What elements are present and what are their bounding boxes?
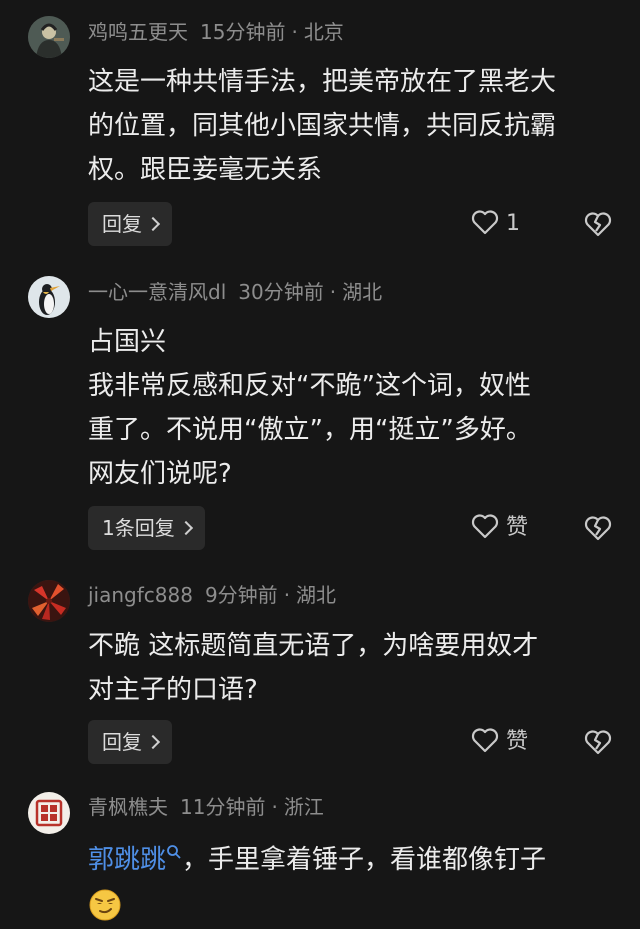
comment-text: 不跪 这标题简直无语了，为啥要用奴才 对主子的口语? xyxy=(88,624,620,712)
like-count: 赞 xyxy=(506,729,529,754)
reply-button[interactable]: 回复 xyxy=(88,720,172,764)
heart-icon xyxy=(471,514,499,539)
view-replies-button[interactable]: 1条回复 xyxy=(88,506,205,550)
comment-item: 青枫樵夫 11分钟前 · 浙江 郭跳跳 ，手里拿着锤子，看谁都像钉子 xyxy=(0,780,640,929)
like-button[interactable]: 赞 xyxy=(470,506,528,550)
comment-location: 湖北 xyxy=(342,280,383,304)
avatar[interactable] xyxy=(28,792,70,834)
username[interactable]: jiangfc888 xyxy=(88,583,193,607)
comment-meta: 鸡鸣五更天 15分钟前 · 北京 xyxy=(88,17,344,47)
reply-button-label: 回复 xyxy=(102,212,142,236)
smirk-face-emoji-icon xyxy=(89,889,121,920)
comment-text-line: 郭跳跳 ，手里拿着锤子，看谁都像钉子 xyxy=(88,838,620,882)
comment-meta: jiangfc888 9分钟前 · 湖北 xyxy=(88,580,336,610)
comment-location: 湖北 xyxy=(296,583,337,607)
heart-icon xyxy=(471,210,499,235)
comment-item: 一心一意清风dl 30分钟前 · 湖北 占国兴 我非常反感和反对“不跪”这个词，奴性 … xyxy=(0,262,640,570)
username[interactable]: 青枫樵夫 xyxy=(88,795,168,819)
comment-text: 这是一种共情手法，把美帝放在了黑老大 的位置，同其他小国家共情，共同反抗霸 权。… xyxy=(88,60,620,192)
comment-text-line: 权。跟臣妾毫无关系 xyxy=(88,155,323,185)
comment-text-line: 我非常反感和反对“不跪”这个词，奴性 xyxy=(88,371,531,401)
comment-text-after-mention: ，手里拿着锤子，看谁都像钉子 xyxy=(182,845,547,875)
comment-item: jiangfc888 9分钟前 · 湖北 不跪 这标题简直无语了，为啥要用奴才 对主子… xyxy=(0,570,640,780)
broken-heart-icon xyxy=(584,516,612,541)
avatar-image-icon xyxy=(28,792,70,834)
separator-dot: · xyxy=(329,280,337,304)
comment-time: 15分钟前 xyxy=(200,20,286,44)
reply-button-label: 1条回复 xyxy=(102,516,175,540)
comment-text-line: 这是一种共情手法，把美帝放在了黑老大 xyxy=(88,67,557,97)
comment-text: 占国兴 我非常反感和反对“不跪”这个词，奴性 重了。不说用“傲立”，用“挺立”多… xyxy=(88,320,620,496)
comment-list: 鸡鸣五更天 15分钟前 · 北京 这是一种共情手法，把美帝放在了黑老大 的位置，同其他… xyxy=(0,0,640,929)
username[interactable]: 一心一意清风dl xyxy=(88,280,226,304)
heart-icon xyxy=(471,728,499,753)
comment-item: 鸡鸣五更天 15分钟前 · 北京 这是一种共情手法，把美帝放在了黑老大 的位置，同其他… xyxy=(0,0,640,262)
comment-meta: 一心一意清风dl 30分钟前 · 湖北 xyxy=(88,277,382,307)
avatar-image-icon xyxy=(28,16,70,58)
avatar-image-icon xyxy=(28,276,70,318)
chevron-right-icon xyxy=(145,734,161,750)
chevron-right-icon xyxy=(178,520,193,536)
separator-dot: · xyxy=(291,20,298,44)
comment-location: 浙江 xyxy=(283,795,324,819)
avatar[interactable] xyxy=(28,276,70,318)
reply-button-label: 回复 xyxy=(102,730,142,754)
username[interactable]: 鸡鸣五更天 xyxy=(88,20,188,44)
avatar[interactable] xyxy=(28,580,70,622)
like-count: 1 xyxy=(506,211,520,236)
chevron-right-icon xyxy=(145,216,161,232)
search-icon xyxy=(167,845,181,859)
avatar[interactable] xyxy=(28,16,70,58)
broken-heart-icon xyxy=(584,212,612,237)
broken-heart-icon xyxy=(584,730,612,755)
comment-text-line: 对主子的口语? xyxy=(88,675,258,705)
comment-text-line: 占国兴 xyxy=(88,327,167,357)
comment-text-line xyxy=(88,882,620,926)
dislike-button[interactable] xyxy=(583,720,613,764)
like-button[interactable]: 1 xyxy=(470,202,520,246)
reply-button[interactable]: 回复 xyxy=(88,202,172,246)
user-mention[interactable]: 郭跳跳 xyxy=(88,845,182,875)
comment-text: 郭跳跳 ，手里拿着锤子，看谁都像钉子 xyxy=(88,838,620,926)
like-count: 赞 xyxy=(506,515,529,540)
separator-dot: · xyxy=(271,795,278,819)
avatar-image-icon xyxy=(28,580,70,622)
comment-meta: 青枫樵夫 11分钟前 · 浙江 xyxy=(88,792,324,822)
mention-name: 郭跳跳 xyxy=(88,845,167,875)
comment-text-line: 的位置，同其他小国家共情，共同反抗霸 xyxy=(88,111,557,141)
comment-time: 11分钟前 xyxy=(180,795,266,819)
separator-dot: · xyxy=(283,583,291,607)
like-button[interactable]: 赞 xyxy=(470,720,528,764)
dislike-button[interactable] xyxy=(583,202,613,246)
comment-text-line: 网友们说呢? xyxy=(88,459,232,489)
comment-text-line: 不跪 这标题简直无语了，为啥要用奴才 xyxy=(88,631,539,661)
comment-text-line: 重了。不说用“傲立”，用“挺立”多好。 xyxy=(88,415,532,445)
comment-time: 9分钟前 xyxy=(204,583,278,607)
dislike-button[interactable] xyxy=(583,506,613,550)
comment-time: 30分钟前 xyxy=(238,280,324,304)
comment-location: 北京 xyxy=(303,20,344,44)
